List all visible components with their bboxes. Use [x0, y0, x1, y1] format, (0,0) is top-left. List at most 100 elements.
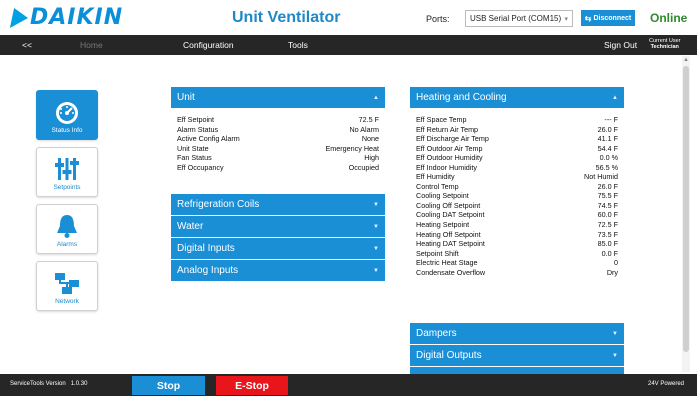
- water-panel-header[interactable]: Water ▼: [171, 216, 385, 237]
- current-user: Current User Technician: [649, 38, 680, 50]
- chevron-down-icon: ▼: [373, 267, 379, 274]
- sidebar-item-network[interactable]: Network: [36, 261, 98, 311]
- row-value: 54.4 F: [597, 143, 618, 153]
- sign-out-link[interactable]: Sign Out: [604, 40, 637, 50]
- chevron-down-icon: ▼: [373, 245, 379, 252]
- row-key: Eff Setpoint: [177, 115, 215, 124]
- row-value: 26.0 F: [597, 181, 618, 191]
- connection-status: Online: [650, 11, 688, 25]
- vertical-scrollbar[interactable]: ▲: [682, 56, 690, 372]
- app-window: DAIKIN Unit Ventilator Ports: USB Serial…: [0, 0, 697, 396]
- row-key: Active Config Alarm: [177, 134, 240, 144]
- page-title: Unit Ventilator: [232, 9, 341, 26]
- next-panel-header-partial[interactable]: [410, 367, 624, 374]
- digital-outputs-panel-header[interactable]: Digital Outputs ▼: [410, 345, 624, 366]
- nav-configuration[interactable]: Configuration: [183, 40, 234, 50]
- current-user-name: Technician: [650, 44, 679, 50]
- row-value: Dry: [606, 267, 618, 277]
- row-key: Eff Discharge Air Temp: [416, 134, 489, 144]
- row-key: Eff Indoor Humidity: [416, 162, 477, 172]
- version-info: ServiceTools Version 1.0.30: [10, 381, 87, 387]
- row-value: No Alarm: [349, 124, 379, 134]
- refrigeration-coils-panel-header[interactable]: Refrigeration Coils ▼: [171, 194, 385, 215]
- list-item: Heating DAT Setpoint 85.0 F: [416, 239, 618, 249]
- row-value: 41.1 F: [597, 134, 618, 144]
- ports-select[interactable]: USB Serial Port (COM15) ▾: [465, 10, 573, 27]
- row-value: Not Humid: [584, 172, 618, 182]
- unit-panel-header[interactable]: Unit ▲: [171, 87, 385, 108]
- chevron-down-icon: ▼: [373, 201, 379, 208]
- list-item: Eff Occupancy Occupied: [177, 163, 379, 173]
- list-item: Control Temp 26.0 F: [416, 182, 618, 192]
- e-stop-button[interactable]: E-Stop: [216, 376, 288, 395]
- row-value: 72.5 F: [358, 115, 379, 124]
- row-value: 0.0 %: [599, 153, 618, 163]
- row-value: 26.0 F: [597, 124, 618, 134]
- panel-title: Heating and Cooling: [416, 92, 507, 103]
- sliders-icon: [55, 158, 79, 180]
- row-key: Eff Occupancy: [177, 162, 224, 172]
- sidebar-item-setpoints[interactable]: Setpoints: [36, 147, 98, 197]
- list-item: Active Config Alarm None: [177, 134, 379, 144]
- list-item: Eff Setpoint 72.5 F: [177, 115, 379, 125]
- panel-title: Refrigeration Coils: [177, 199, 260, 210]
- version-label: ServiceTools Version: [10, 381, 66, 387]
- list-item: Eff Return Air Temp 26.0 F: [416, 125, 618, 135]
- row-value: 72.5 F: [597, 220, 618, 230]
- list-item: Heating Setpoint 72.5 F: [416, 220, 618, 230]
- row-value: 0: [614, 258, 618, 268]
- network-icon: [55, 273, 79, 294]
- heating-cooling-panel-header[interactable]: Heating and Cooling ▲: [410, 87, 624, 108]
- bell-icon: [57, 215, 77, 238]
- scroll-up-icon[interactable]: ▲: [682, 56, 690, 64]
- row-key: Heating Setpoint: [416, 220, 470, 230]
- nav-home[interactable]: Home: [80, 40, 103, 50]
- list-item: Cooling DAT Setpoint 60.0 F: [416, 210, 618, 220]
- daikin-logo: DAIKIN: [9, 5, 124, 30]
- list-item: Unit State Emergency Heat: [177, 144, 379, 154]
- sidebar-item-alarms[interactable]: Alarms: [36, 204, 98, 254]
- logo-text: DAIKIN: [30, 5, 124, 30]
- row-key: Fan Status: [177, 153, 212, 163]
- row-key: Cooling Off Setpoint: [416, 200, 481, 210]
- list-item: Heating Off Setpoint 73.5 F: [416, 230, 618, 240]
- sidebar-item-label: Setpoints: [53, 184, 81, 191]
- row-key: Cooling Setpoint: [416, 191, 469, 201]
- row-value: Occupied: [348, 162, 379, 172]
- scrollbar-thumb[interactable]: [683, 66, 689, 352]
- analog-inputs-panel-header[interactable]: Analog Inputs ▼: [171, 260, 385, 281]
- chevron-down-icon: ▼: [612, 352, 618, 359]
- row-key: Heating DAT Setpoint: [416, 239, 485, 249]
- disconnect-button[interactable]: ⇆ Disconnect: [581, 10, 635, 26]
- list-item: Eff Indoor Humidity 56.5 %: [416, 163, 618, 173]
- digital-inputs-panel-header[interactable]: Digital Inputs ▼: [171, 238, 385, 259]
- row-key: Condensate Overflow: [416, 267, 486, 277]
- list-item: Eff Outdoor Humidity 0.0 %: [416, 153, 618, 163]
- panel-title: Digital Outputs: [416, 350, 482, 361]
- nav-back[interactable]: <<: [22, 40, 32, 50]
- stop-button[interactable]: Stop: [132, 376, 205, 395]
- gauge-icon: [56, 102, 78, 124]
- version-number: 1.0.30: [70, 381, 88, 387]
- row-value: None: [361, 134, 379, 144]
- chevron-down-icon: ▾: [564, 15, 568, 23]
- list-item: Condensate Overflow Dry: [416, 268, 618, 278]
- row-value: Emergency Heat: [325, 143, 379, 153]
- sidebar-item-label: Status Info: [51, 127, 83, 134]
- ports-label: Ports:: [426, 14, 450, 24]
- dampers-panel-header[interactable]: Dampers ▼: [410, 323, 624, 344]
- row-key: Heating Off Setpoint: [416, 229, 481, 239]
- row-key: Alarm Status: [177, 124, 219, 134]
- panel-title: Digital Inputs: [177, 243, 235, 254]
- row-value: 75.5 F: [597, 191, 618, 201]
- chevron-up-icon: ▲: [612, 94, 618, 101]
- list-item: Eff Outdoor Air Temp 54.4 F: [416, 144, 618, 154]
- row-key: Setpoint Shift: [416, 248, 459, 258]
- row-key: Eff Outdoor Humidity: [416, 153, 483, 163]
- list-item: Fan Status High: [177, 153, 379, 163]
- list-item: Electric Heat Stage 0: [416, 258, 618, 268]
- panel-title: Dampers: [416, 328, 457, 339]
- sidebar-item-status-info[interactable]: Status Info: [36, 90, 98, 140]
- footer: ServiceTools Version 1.0.30 Stop E-Stop …: [0, 374, 697, 396]
- nav-tools[interactable]: Tools: [288, 40, 308, 50]
